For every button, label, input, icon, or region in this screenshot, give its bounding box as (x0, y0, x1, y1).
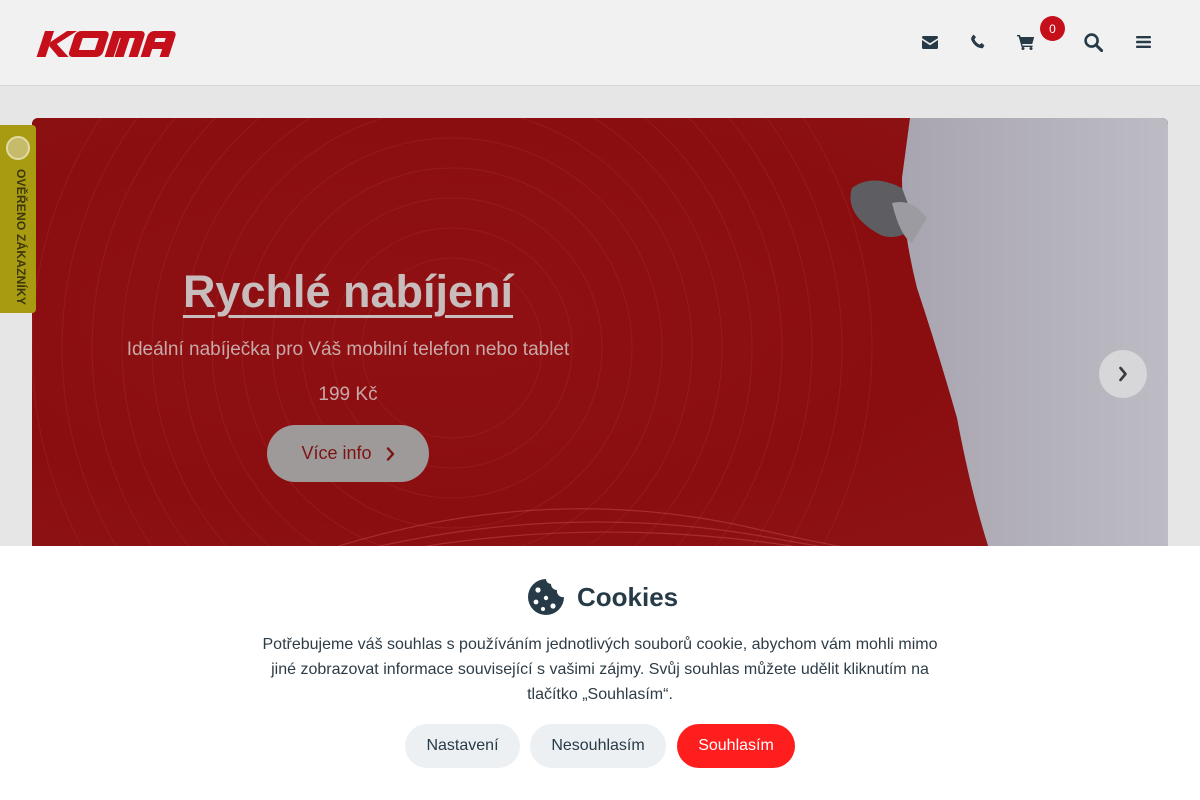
cookie-description: Potřebujeme váš souhlas s používáním jed… (262, 636, 938, 703)
chevron-right-icon (386, 446, 394, 461)
chevron-right-icon (1119, 366, 1127, 382)
menu-icon (1135, 36, 1151, 48)
cart-button[interactable] (1014, 30, 1038, 54)
hero-banner: Rychlé nabíjení Ideální nabíječka pro Vá… (32, 118, 1168, 558)
envelope-icon (922, 35, 938, 49)
verified-badge-label: OVĚŘENO ZÁKAZNÍKY (14, 169, 28, 306)
hero-title-link[interactable]: Rychlé nabíjení (132, 266, 564, 318)
cookie-icon (528, 579, 564, 615)
cookie-settings-button[interactable]: Nastavení (405, 724, 520, 768)
hero-subtitle: Ideální nabíječka pro Váš mobilní telefo… (126, 339, 570, 360)
more-info-button[interactable]: Více info (267, 425, 429, 482)
cookie-consent-panel: Cookies Potřebujeme váš souhlas s použív… (0, 546, 1200, 800)
menu-button[interactable] (1131, 30, 1155, 54)
site-header: 0 (0, 0, 1200, 86)
cookie-heading: Cookies (527, 578, 678, 616)
email-button[interactable] (918, 30, 942, 54)
search-button[interactable] (1081, 30, 1105, 54)
carousel-next-button[interactable] (1099, 350, 1147, 398)
hero-price: 199 Kč (318, 384, 378, 405)
cart-icon (1017, 35, 1035, 50)
koma-logo[interactable] (36, 28, 180, 60)
phone-icon (971, 34, 985, 49)
heureka-seal-icon (6, 136, 30, 160)
hero-background-image (32, 118, 1168, 558)
cart-count-badge: 0 (1040, 16, 1065, 41)
cookie-accept-button[interactable]: Souhlasím (677, 724, 795, 768)
phone-button[interactable] (966, 30, 990, 54)
cookie-title: Cookies (577, 581, 679, 612)
cookie-decline-button[interactable]: Nesouhlasím (530, 724, 666, 768)
more-info-label: Více info (301, 443, 372, 463)
verified-by-customers-badge[interactable]: OVĚŘENO ZÁKAZNÍKY (0, 125, 36, 313)
search-icon (1083, 32, 1103, 52)
